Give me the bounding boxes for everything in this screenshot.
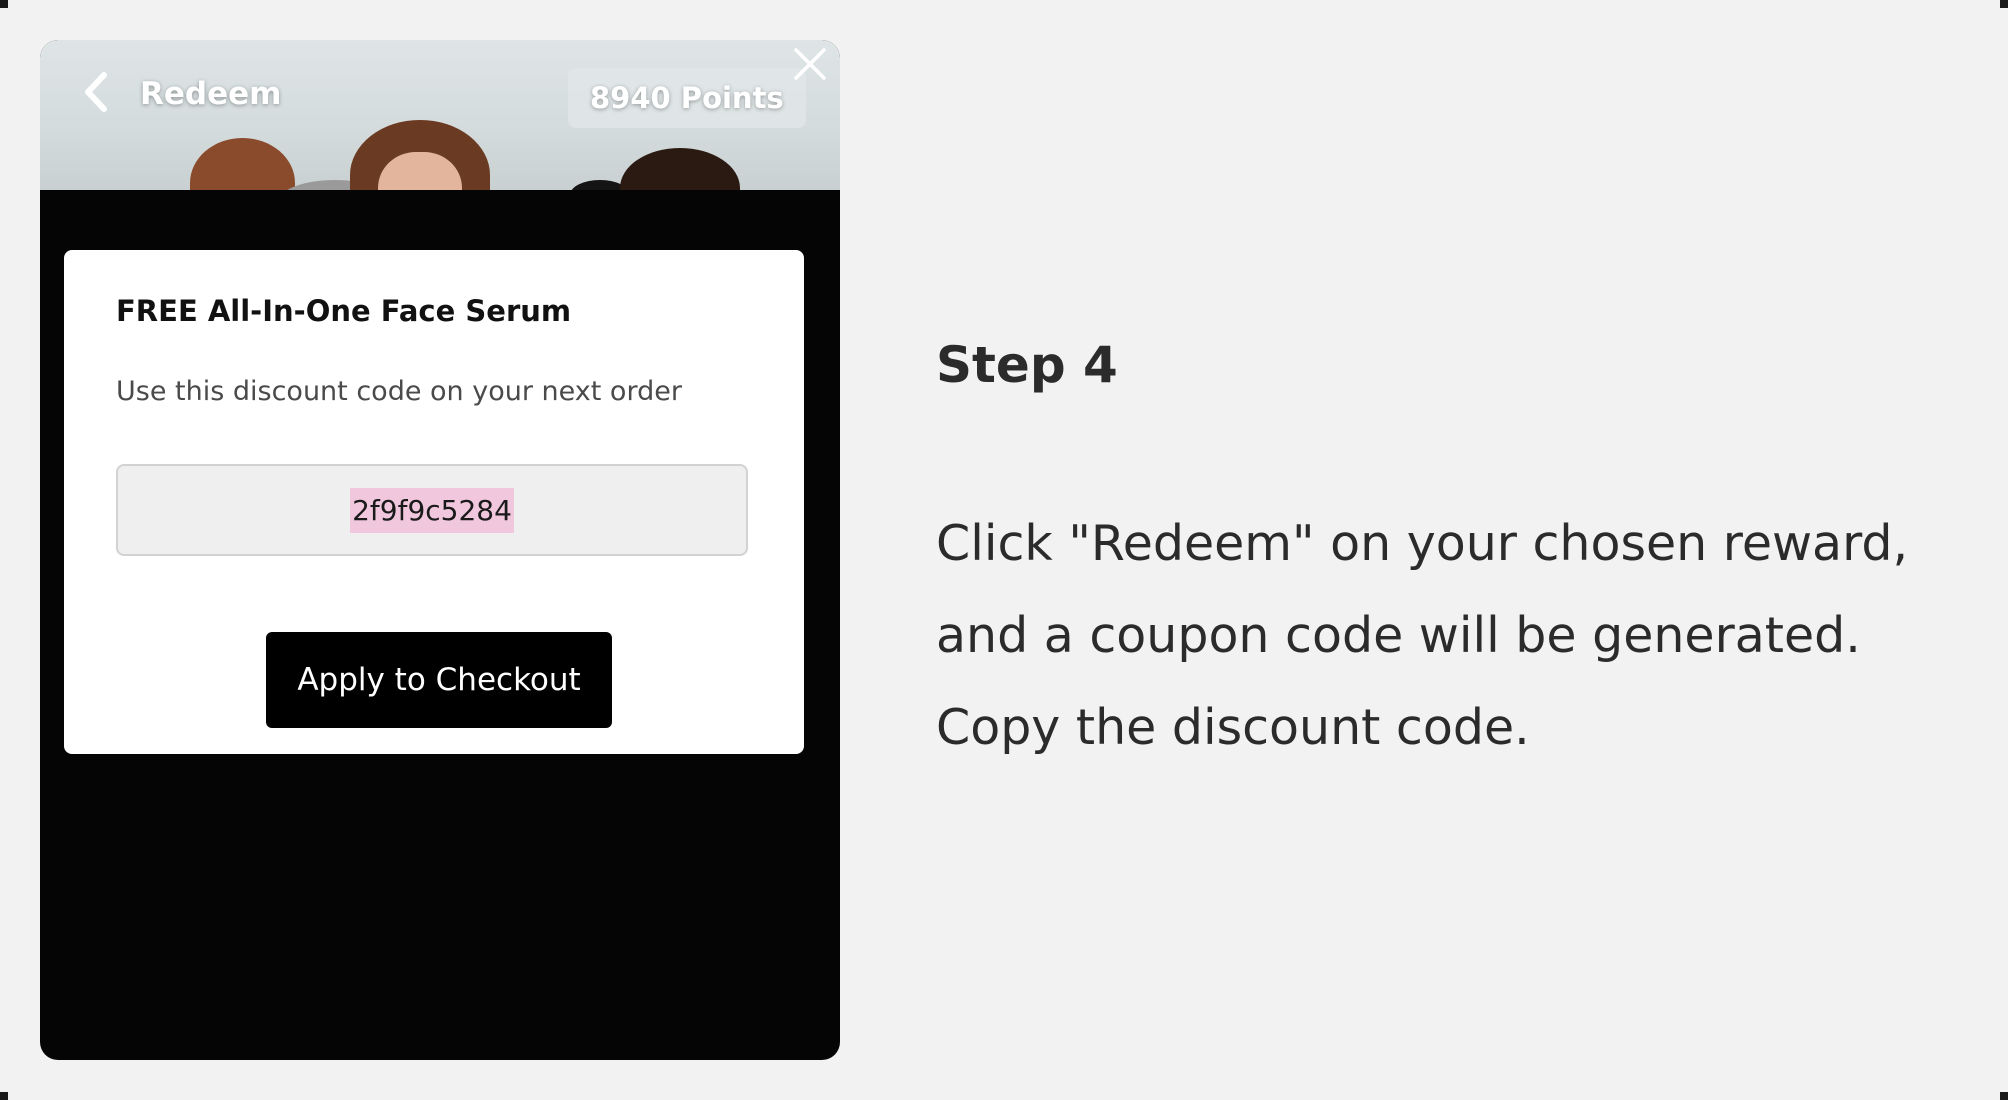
step-description-line: Click "Redeem" on your chosen reward, [936,515,1909,572]
reward-description: Use this discount code on your next orde… [116,376,682,407]
corner-mark [2000,1092,2008,1100]
corner-mark [2000,0,2008,8]
back-button[interactable] [78,70,114,114]
step-description-line: and a coupon code will be generated. [936,607,1861,664]
discount-code-field[interactable]: 2f9f9c5284 [116,464,748,556]
discount-code-text[interactable]: 2f9f9c5284 [350,487,514,533]
rewards-widget: Redeem 8940 Points FREE All-In-One Face … [40,40,840,1060]
points-balance: 8940 Points [568,68,806,128]
close-icon [794,48,826,80]
step-title: Step 4 [936,336,1118,394]
header-title: Redeem [140,76,282,112]
corner-mark [0,1092,8,1100]
reward-title: FREE All-In-One Face Serum [116,294,572,328]
step-description: Click "Redeem" on your chosen reward, an… [936,498,1986,774]
close-button[interactable] [792,46,828,86]
banner-person-hair [190,138,295,190]
apply-to-checkout-button[interactable]: Apply to Checkout [266,632,612,728]
step-description-line: Copy the discount code. [936,699,1530,756]
banner-person-hair [620,148,740,190]
header-banner-image: Redeem 8940 Points [40,40,840,190]
corner-mark [0,0,8,8]
chevron-left-icon [85,72,107,112]
reward-card: FREE All-In-One Face Serum Use this disc… [64,250,804,754]
